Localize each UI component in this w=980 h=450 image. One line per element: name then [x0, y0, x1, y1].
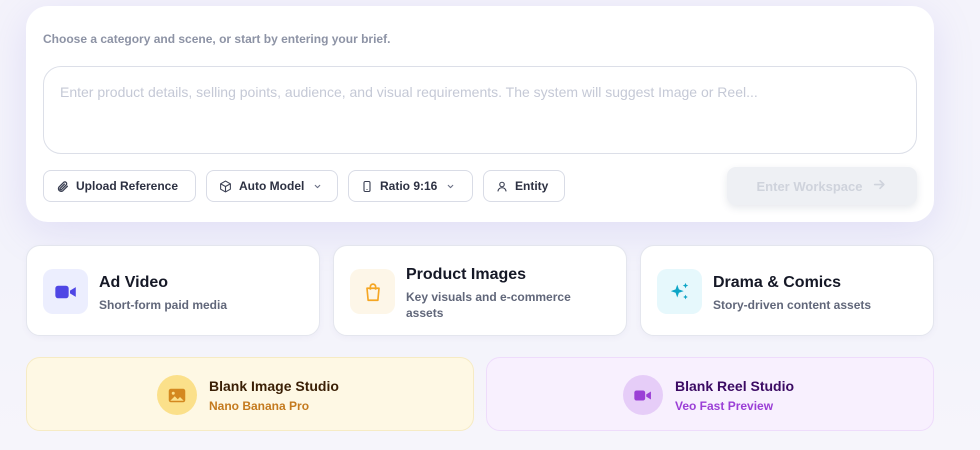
category-subtitle: Key visuals and e-commerce assets [406, 290, 571, 320]
category-card-ad-video[interactable]: Ad Video Short-form paid media [26, 245, 320, 336]
brief-input[interactable] [43, 66, 917, 154]
video-camera-icon [43, 269, 88, 314]
phone-icon [361, 180, 373, 193]
category-title: Product Images [406, 266, 527, 283]
arrow-right-icon [872, 178, 887, 194]
blank-reel-studio-button[interactable]: Blank Reel Studio Veo Fast Preview [486, 357, 934, 431]
enter-workspace-button[interactable]: Enter Workspace [727, 167, 917, 205]
studio-title: Blank Reel Studio [675, 378, 795, 394]
studio-subtitle: Nano Banana Pro [209, 399, 310, 413]
cube-icon [219, 180, 232, 193]
model-select[interactable]: Auto Model [206, 170, 338, 202]
upload-reference-label: Upload Reference [76, 179, 179, 193]
category-title: Ad Video [99, 274, 169, 291]
entity-button[interactable]: Entity [483, 170, 565, 202]
user-icon [496, 180, 508, 193]
brief-hint: Choose a category and scene, or start by… [43, 32, 391, 46]
ratio-label: Ratio 9:16 [380, 179, 438, 193]
chevron-down-icon [313, 182, 322, 191]
upload-reference-button[interactable]: Upload Reference [43, 170, 196, 202]
category-card-product-images[interactable]: Product Images Key visuals and e-commerc… [333, 245, 627, 336]
category-title: Drama & Comics [713, 274, 842, 291]
enter-workspace-label: Enter Workspace [756, 178, 863, 194]
category-card-drama-comics[interactable]: Drama & Comics Story-driven content asse… [640, 245, 934, 336]
video-camera-icon [623, 375, 663, 415]
paperclip-icon [56, 180, 69, 193]
entity-label: Entity [515, 179, 549, 193]
image-icon [157, 375, 197, 415]
studio-subtitle: Veo Fast Preview [675, 399, 774, 413]
blank-image-studio-button[interactable]: Blank Image Studio Nano Banana Pro [26, 357, 474, 431]
brief-card: Choose a category and scene, or start by… [26, 6, 934, 222]
category-subtitle: Story-driven content assets [713, 298, 872, 312]
chevron-down-icon [446, 182, 455, 191]
sparkles-icon [657, 269, 702, 314]
ratio-select[interactable]: Ratio 9:16 [348, 170, 473, 202]
category-subtitle: Short-form paid media [99, 298, 228, 312]
shopping-bag-icon [350, 269, 395, 314]
model-label: Auto Model [239, 179, 305, 193]
studio-title: Blank Image Studio [209, 378, 339, 394]
